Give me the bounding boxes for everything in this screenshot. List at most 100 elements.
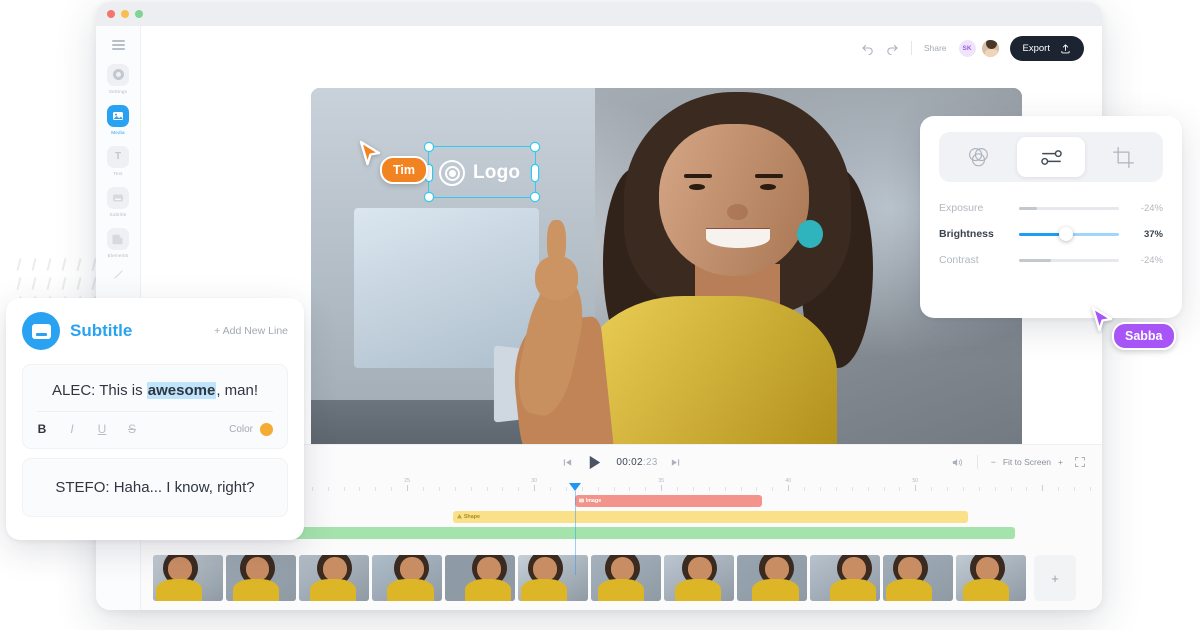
video-filmstrip[interactable]: + — [153, 554, 1090, 602]
adjust-slider[interactable] — [1019, 258, 1119, 262]
underline-button[interactable]: U — [97, 422, 107, 436]
filmstrip-thumbnail[interactable] — [591, 555, 661, 601]
sidebar-item-subtitle[interactable]: Subtitle — [107, 186, 129, 217]
ruler-tick — [502, 487, 504, 491]
window-maximize-dot[interactable] — [135, 10, 143, 18]
filmstrip-thumbnail[interactable] — [810, 555, 880, 601]
decorative-stroke — [76, 276, 82, 291]
ruler-tick — [708, 487, 710, 491]
italic-button[interactable]: I — [67, 422, 77, 436]
ruler-tick — [962, 487, 964, 491]
redo-arrow-icon[interactable] — [885, 41, 899, 55]
sidebar-item-elements[interactable]: Elements — [107, 227, 129, 258]
hamburger-menu-icon[interactable] — [111, 40, 125, 50]
ruler-tick — [788, 485, 790, 491]
ruler-tick-label: 25 — [404, 478, 410, 484]
timeline-clip-image[interactable]: Image — [574, 495, 763, 507]
thumbnail-body — [829, 578, 876, 601]
resize-handle-bottom-left[interactable] — [425, 193, 433, 201]
avatar[interactable] — [980, 38, 1000, 58]
window-close-dot[interactable] — [107, 10, 115, 18]
fit-to-screen-button[interactable]: Fit to Screen — [1003, 457, 1051, 467]
collab-cursor-tim: Tim — [358, 140, 428, 184]
volume-icon[interactable] — [951, 456, 964, 469]
ruler-tick — [518, 487, 520, 491]
adjust-tab-group — [939, 132, 1163, 182]
ruler-tick-label: 50 — [912, 478, 919, 484]
color-swatch[interactable] — [260, 422, 273, 436]
filmstrip-thumbnail[interactable] — [153, 555, 223, 601]
gear-icon — [107, 63, 129, 86]
filmstrip-thumbnail[interactable] — [883, 555, 953, 601]
video-preview[interactable] — [311, 88, 1022, 488]
tab-adjust[interactable] — [1016, 137, 1086, 177]
subtitle-line-card[interactable]: STEFO: Haha... I know, right? — [22, 458, 288, 517]
adjust-slider[interactable] — [1019, 227, 1119, 241]
person-smile — [705, 228, 770, 248]
filmstrip-thumbnail[interactable] — [664, 555, 734, 601]
share-button[interactable]: Share — [924, 43, 947, 53]
adjust-row-exposure[interactable]: Exposure -24% — [939, 202, 1163, 214]
filmstrip-thumbnail[interactable] — [737, 555, 807, 601]
color-picker[interactable]: Color — [229, 422, 273, 436]
subtitle-line-text[interactable]: STEFO: Haha... I know, right? — [37, 471, 273, 504]
slider-knob[interactable] — [1059, 227, 1073, 241]
timeline-clip-label: Shape — [463, 514, 481, 520]
avatar[interactable]: SK — [957, 38, 977, 58]
thumbnail-face — [687, 556, 712, 581]
ruler-tick — [692, 487, 694, 491]
zoom-out-button[interactable]: − — [991, 457, 996, 467]
playhead-line — [574, 491, 576, 575]
filmstrip-thumbnail[interactable] — [956, 555, 1026, 601]
ruler-tick — [470, 487, 472, 491]
person-face-shading — [659, 124, 809, 276]
filmstrip-thumbnail[interactable] — [226, 555, 296, 601]
topbar: Share SK Export — [141, 26, 1102, 70]
sidebar-item-more[interactable] — [113, 269, 124, 280]
zoom-in-button[interactable]: + — [1058, 457, 1063, 467]
add-clip-button[interactable]: + — [1034, 555, 1076, 601]
export-button[interactable]: Export — [1009, 35, 1084, 61]
filmstrip-thumbnail[interactable] — [372, 555, 442, 601]
subtitle-line-highlight: awesome — [146, 382, 217, 399]
add-new-line-button[interactable]: + Add New Line — [214, 325, 288, 337]
subtitle-line-card[interactable]: ALEC: This is awesome, man! B I U S Colo… — [22, 364, 288, 449]
timeline-playhead[interactable] — [568, 483, 581, 491]
bold-button[interactable]: B — [37, 422, 47, 436]
sidebar-item-settings[interactable]: Settings — [107, 63, 129, 94]
ruler-tick — [1090, 487, 1091, 491]
sidebar-item-media[interactable]: Media — [107, 104, 129, 135]
ruler-tick — [597, 487, 599, 491]
ruler-tick — [565, 487, 567, 491]
resize-handle-top-left[interactable] — [425, 143, 433, 151]
undo-arrow-icon[interactable] — [861, 41, 875, 55]
fullscreen-icon[interactable] — [1074, 456, 1086, 468]
tab-filters[interactable] — [944, 137, 1013, 177]
resize-handle-right[interactable] — [532, 165, 538, 181]
decorative-stroke — [16, 276, 22, 291]
skip-back-icon[interactable] — [562, 457, 573, 468]
filmstrip-thumbnail[interactable] — [518, 555, 588, 601]
window-minimize-dot[interactable] — [121, 10, 129, 18]
adjust-row-contrast[interactable]: Contrast -24% — [939, 254, 1163, 266]
ruler-tick — [724, 487, 726, 491]
subtitle-line-text[interactable]: ALEC: This is awesome, man! — [37, 377, 273, 411]
sidebar-item-text[interactable]: T Text — [107, 145, 129, 176]
tab-crop[interactable] — [1089, 137, 1158, 177]
resize-handle-bottom-right[interactable] — [531, 193, 539, 201]
ruler-tick — [311, 487, 313, 491]
resize-handle-top-right[interactable] — [531, 143, 539, 151]
adjust-slider[interactable] — [1019, 206, 1119, 210]
strikethrough-button[interactable]: S — [127, 422, 137, 436]
skip-forward-icon[interactable] — [670, 457, 681, 468]
adjust-label: Contrast — [939, 254, 979, 266]
filmstrip-thumbnail[interactable] — [299, 555, 369, 601]
adjust-row-brightness[interactable]: Brightness 37% — [939, 227, 1163, 241]
ruler-tick — [661, 485, 663, 491]
adjust-label: Brightness — [939, 228, 994, 240]
selection-box[interactable] — [425, 143, 539, 201]
scene-window — [353, 208, 539, 368]
filmstrip-thumbnail[interactable] — [445, 555, 515, 601]
timeline-clip-shape[interactable]: Shape — [452, 511, 969, 523]
play-icon[interactable] — [585, 453, 604, 472]
